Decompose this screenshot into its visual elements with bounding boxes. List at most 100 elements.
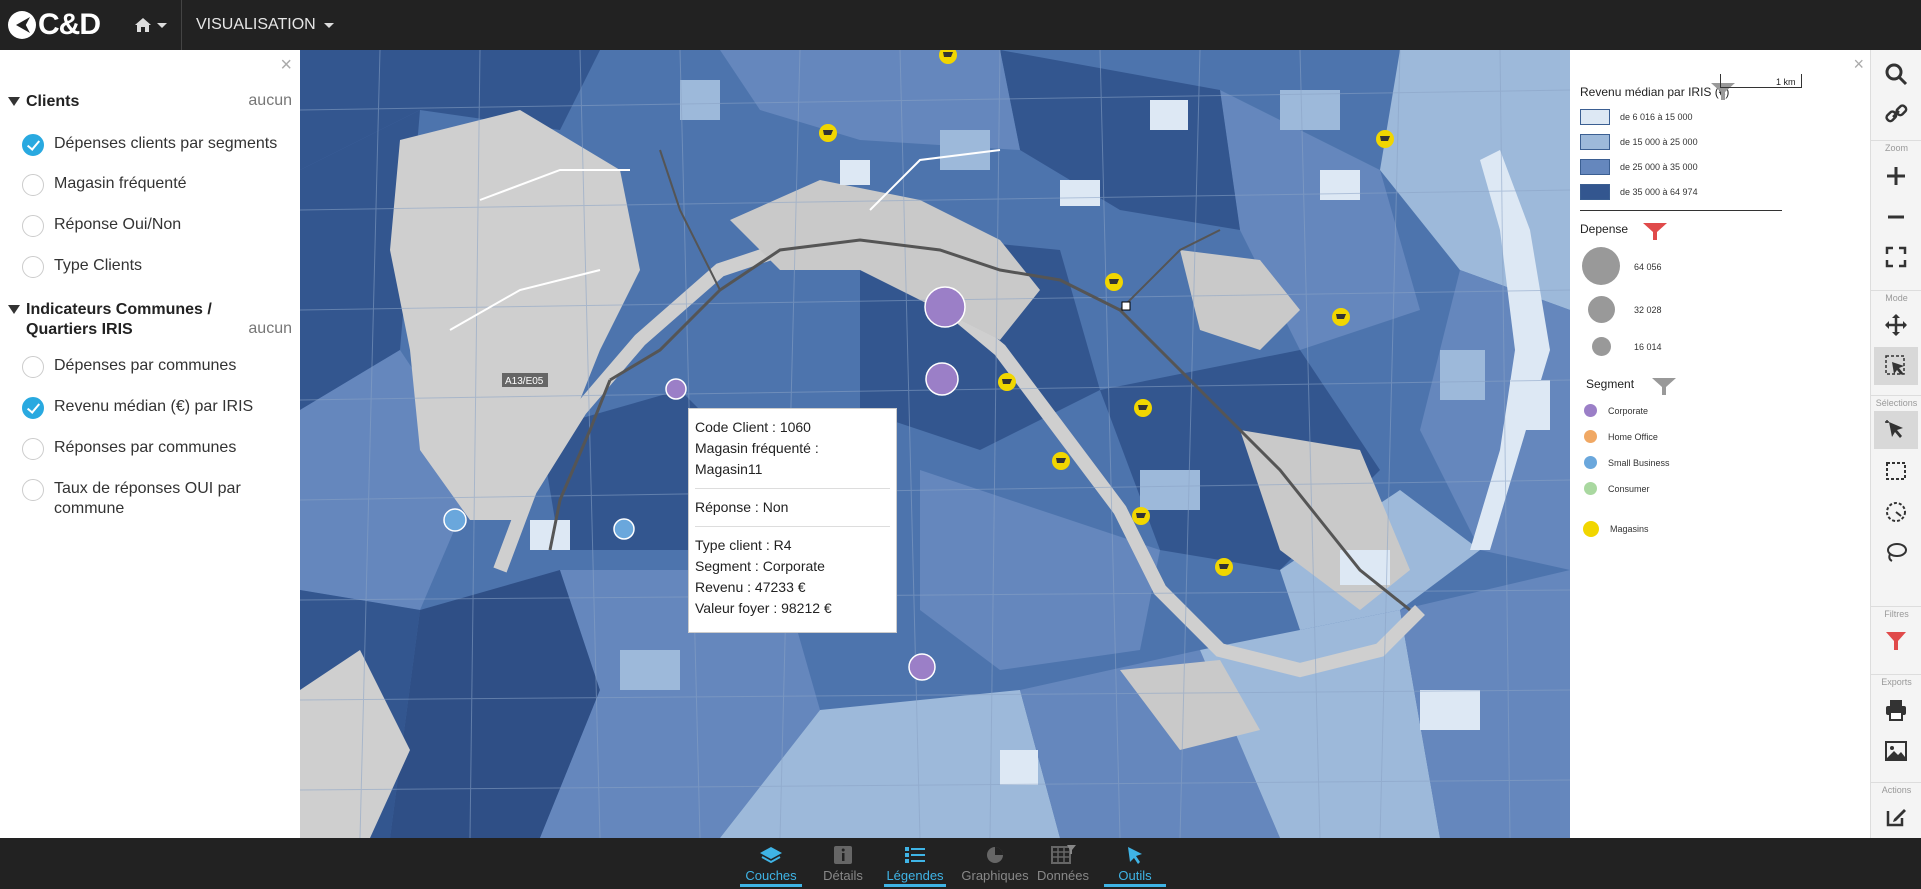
popup-divider (695, 488, 890, 489)
layer-item[interactable]: Revenu médian (€) par IRIS (22, 397, 292, 419)
client-bubble[interactable] (443, 508, 467, 532)
layer-label: Réponse Oui/Non (54, 216, 182, 233)
layer-item[interactable]: Réponses par communes (22, 438, 292, 460)
popup-type: Type client : R4 (695, 537, 792, 553)
filter-button[interactable] (1874, 622, 1918, 660)
store-marker[interactable] (1376, 130, 1394, 148)
layer-check-on[interactable] (22, 397, 44, 419)
group-indicators[interactable]: Indicateurs Communes / Quartiers IRIS au… (8, 300, 292, 340)
legend-segment-dot (1584, 456, 1597, 469)
popup-revenue: Revenu : 47233 € (695, 579, 806, 595)
tab-details[interactable]: Détails (808, 838, 878, 889)
tab-label: Détails (823, 867, 863, 883)
tab-underline (884, 884, 946, 887)
client-bubble[interactable] (925, 362, 959, 396)
layer-item[interactable]: Dépenses par communes (22, 356, 292, 378)
home-icon (135, 18, 151, 32)
legend-class-label: de 6 016 à 15 000 (1620, 112, 1693, 122)
client-bubble[interactable] (924, 286, 966, 328)
edit-icon (1886, 809, 1906, 827)
move-icon (1885, 314, 1907, 336)
fullscreen-button[interactable] (1874, 238, 1918, 276)
caret-down-icon (8, 97, 20, 106)
legend-segment-dot (1584, 430, 1597, 443)
pointer-select-button[interactable] (1874, 411, 1918, 449)
group-none-link[interactable]: aucun (248, 92, 292, 110)
filter-icon (1886, 632, 1906, 650)
store-marker[interactable] (1105, 273, 1123, 291)
layer-item[interactable]: Type Clients (22, 256, 292, 278)
store-marker[interactable] (998, 373, 1016, 391)
caret-down-icon (8, 305, 20, 314)
legend-bubble-medium (1588, 296, 1615, 323)
layer-item[interactable]: Réponse Oui/Non (22, 215, 292, 237)
store-marker[interactable] (1215, 558, 1233, 576)
store-marker[interactable] (1132, 507, 1150, 525)
filter-icon[interactable] (1651, 375, 1677, 397)
client-bubble[interactable] (613, 518, 635, 540)
tab-label: Couches (745, 867, 797, 883)
legend-segment-label: Home Office (1608, 432, 1658, 442)
tab-couches[interactable]: Couches (736, 838, 806, 889)
map-svg[interactable]: A13/E05 (300, 50, 1570, 838)
filter-icon[interactable] (1642, 220, 1668, 242)
tab-donnees[interactable]: Données (1028, 838, 1098, 889)
tab-legendes[interactable]: Légendes (880, 838, 950, 889)
layer-check-off[interactable] (22, 356, 44, 378)
link-button[interactable] (1874, 95, 1918, 133)
list-icon (905, 846, 925, 863)
legend-bubble-label: 64 056 (1634, 262, 1662, 272)
print-icon (1886, 700, 1906, 721)
layer-item[interactable]: Taux de réponses OUI par commune (22, 479, 252, 519)
selection-cursor-icon (1885, 355, 1905, 375)
visualisation-menu-button[interactable]: VISUALISATION (182, 0, 348, 50)
group-none-link[interactable]: aucun (248, 320, 292, 338)
popup-response: Réponse : Non (695, 499, 789, 515)
layer-check-on[interactable] (22, 134, 44, 156)
edit-button[interactable] (1874, 798, 1918, 836)
layer-item[interactable]: Dépenses clients par segments (22, 134, 292, 156)
legend-segment-label: Consumer (1608, 484, 1650, 494)
group-title: Indicateurs Communes / Quartiers IRIS (26, 301, 212, 338)
zoom-out-button[interactable] (1874, 198, 1918, 236)
legend-swatch (1580, 134, 1610, 150)
home-menu-button[interactable] (120, 0, 182, 50)
layer-check-off[interactable] (22, 479, 44, 501)
search-button[interactable] (1874, 55, 1918, 93)
map-canvas[interactable]: A13/E05 (300, 50, 1570, 838)
lasso-select-button[interactable] (1874, 534, 1918, 572)
layer-label: Type Clients (54, 257, 143, 274)
legend-segment-dot (1584, 404, 1597, 417)
client-bubble[interactable] (908, 653, 936, 681)
rectangle-select-icon (1886, 462, 1906, 480)
legend-class-label: de 15 000 à 25 000 (1620, 137, 1698, 147)
select-mode-button[interactable] (1874, 347, 1918, 385)
tab-label: Légendes (886, 867, 944, 883)
layer-item[interactable]: Magasin fréquenté (22, 174, 292, 196)
store-marker[interactable] (1052, 452, 1070, 470)
zoom-in-button[interactable] (1874, 157, 1918, 195)
close-icon[interactable]: × (1853, 54, 1864, 75)
group-clients[interactable]: Clients aucun (8, 92, 292, 112)
legend-segment-label: Small Business (1608, 458, 1670, 468)
tab-graphiques[interactable]: Graphiques (955, 838, 1035, 889)
layer-check-off[interactable] (22, 256, 44, 278)
layer-check-off[interactable] (22, 215, 44, 237)
popup-segment: Segment : Corporate (695, 558, 825, 574)
close-icon[interactable]: × (280, 54, 292, 77)
logo-mark-icon (8, 11, 36, 39)
pan-mode-button[interactable] (1874, 306, 1918, 344)
client-bubble[interactable] (665, 378, 687, 400)
store-marker[interactable] (1332, 308, 1350, 326)
rectangle-select-button[interactable] (1874, 452, 1918, 490)
tab-outils[interactable]: Outils (1100, 838, 1170, 889)
tools-toolbar: Zoom Mode Sélections Filtres Exports Act… (1870, 50, 1921, 838)
app-logo[interactable]: C&D (0, 0, 120, 50)
store-marker[interactable] (819, 124, 837, 142)
layer-check-off[interactable] (22, 174, 44, 196)
circle-select-button[interactable] (1874, 493, 1918, 531)
image-export-button[interactable] (1874, 732, 1918, 770)
layer-check-off[interactable] (22, 438, 44, 460)
store-marker[interactable] (1134, 399, 1152, 417)
print-button[interactable] (1874, 691, 1918, 729)
